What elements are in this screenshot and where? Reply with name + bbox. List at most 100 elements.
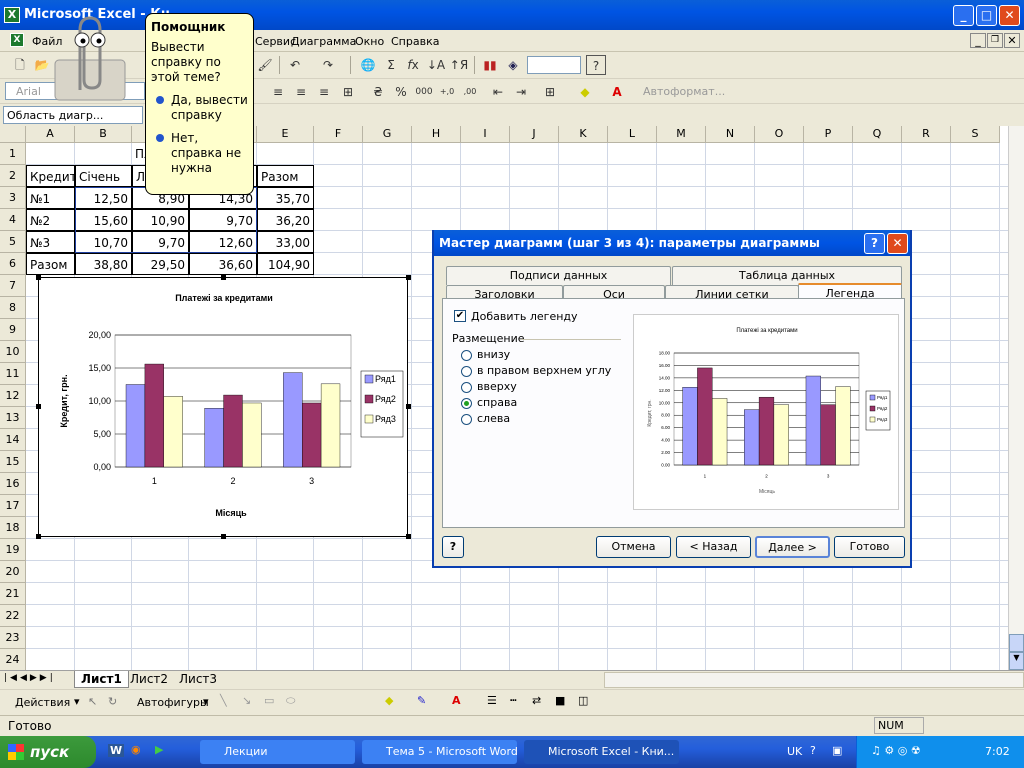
row-header[interactable]: 22 [0, 605, 26, 627]
indent-icon[interactable]: ⇥ [511, 82, 531, 102]
table-cell[interactable]: 36,20 [257, 209, 314, 231]
increase-decimal-icon[interactable]: +,0 [437, 82, 457, 102]
arrow-icon[interactable]: ↘ [242, 694, 251, 707]
column-header[interactable]: O [755, 126, 804, 143]
actions-dropdown-icon[interactable]: ▾ [74, 695, 80, 708]
undo-icon[interactable]: ↶ [285, 55, 305, 75]
row-header[interactable]: 6 [0, 253, 26, 275]
dialog-help-button[interactable]: ? [864, 233, 885, 254]
column-header[interactable]: J [510, 126, 559, 143]
outdent-icon[interactable]: ⇤ [488, 82, 508, 102]
row-header[interactable]: 24 [0, 649, 26, 670]
embedded-chart[interactable]: Платежі за кредитами Місяць Кредит, грн.… [38, 277, 408, 537]
row-header[interactable]: 19 [0, 539, 26, 561]
row-header[interactable]: 20 [0, 561, 26, 583]
radio-bottom[interactable] [461, 350, 472, 361]
table-cell[interactable]: Разом [26, 253, 75, 275]
row-header[interactable]: 13 [0, 407, 26, 429]
column-header[interactable]: A [26, 126, 75, 143]
column-header[interactable]: N [706, 126, 755, 143]
menu-tools[interactable]: Сервис [255, 35, 296, 48]
assistant-option-no[interactable]: Нет, справка не нужна [151, 131, 248, 176]
table-cell[interactable]: 36,60 [189, 253, 257, 275]
help-tray-icon[interactable]: ? [810, 744, 816, 757]
align-left-icon[interactable]: ≡ [268, 82, 288, 102]
menu-window[interactable]: Окно [355, 35, 384, 48]
row-header[interactable]: 18 [0, 517, 26, 539]
table-cell[interactable]: 38,80 [75, 253, 132, 275]
align-center-icon[interactable]: ≡ [291, 82, 311, 102]
3d-icon[interactable]: ◫ [578, 694, 588, 707]
format-painter-icon[interactable]: 🖌 [255, 55, 275, 75]
next-button[interactable]: Далее > [755, 536, 830, 558]
row-header[interactable]: 15 [0, 451, 26, 473]
zoom-select[interactable] [527, 56, 581, 74]
task-excel[interactable]: Microsoft Excel - Кни... [524, 740, 679, 764]
header-cell[interactable]: Січень [75, 165, 132, 187]
redo-icon[interactable]: ↷ [318, 55, 338, 75]
dialog-close-button[interactable]: ✕ [887, 233, 908, 254]
task-lectures[interactable]: Лекции [200, 740, 355, 764]
column-header[interactable]: Q [853, 126, 902, 143]
add-legend-checkbox[interactable]: ✔ [454, 310, 466, 322]
column-header[interactable]: P [804, 126, 853, 143]
row-header[interactable]: 7 [0, 275, 26, 297]
tab-nav-icons[interactable]: |◀◀▶▶| [4, 673, 56, 683]
function-icon[interactable]: fx [403, 55, 423, 75]
autosum-icon[interactable]: Σ [381, 55, 401, 75]
minimize-button[interactable]: _ [953, 5, 974, 26]
table-cell[interactable]: №2 [26, 209, 75, 231]
finish-button[interactable]: Готово [834, 536, 905, 558]
radio-left[interactable] [461, 414, 472, 425]
menu-chart[interactable]: Диаграмма [291, 35, 356, 48]
borders-icon[interactable]: ⊞ [540, 82, 560, 102]
tray-icons[interactable]: ♫ ⚙ ◎ ☢ [871, 744, 921, 757]
row-header[interactable]: 16 [0, 473, 26, 495]
doc-close-button[interactable]: ✕ [1004, 33, 1020, 48]
row-header[interactable]: 23 [0, 627, 26, 649]
media-quick-icon[interactable]: ▶ [155, 743, 163, 756]
column-header[interactable]: M [657, 126, 706, 143]
cancel-button[interactable]: Отмена [596, 536, 671, 558]
table-cell[interactable]: 35,70 [257, 187, 314, 209]
word-quick-icon[interactable]: W [108, 744, 125, 757]
chart-wizard-icon[interactable]: ▮▮ [480, 55, 500, 75]
currency-icon[interactable]: ₴ [368, 82, 388, 102]
back-button[interactable]: < Назад [676, 536, 751, 558]
table-cell[interactable]: 104,90 [257, 253, 314, 275]
wizard-help-icon[interactable]: ? [442, 536, 464, 558]
resize-handle[interactable] [221, 275, 226, 280]
row-header[interactable]: 21 [0, 583, 26, 605]
hyperlink-icon[interactable]: 🌐 [358, 55, 378, 75]
radio-top[interactable] [461, 382, 472, 393]
resize-handle[interactable] [406, 534, 411, 539]
row-header[interactable]: 2 [0, 165, 26, 187]
row-header[interactable]: 12 [0, 385, 26, 407]
autoformat-button[interactable]: Автоформат... [643, 85, 725, 98]
row-header[interactable]: 11 [0, 363, 26, 385]
doc-minimize-button[interactable]: _ [970, 33, 986, 48]
resize-handle[interactable] [36, 404, 41, 409]
rectangle-icon[interactable]: ▭ [264, 694, 274, 707]
language-indicator[interactable]: UK [787, 745, 802, 758]
resize-handle[interactable] [406, 275, 411, 280]
fill-color-icon[interactable]: ◆ [575, 82, 595, 102]
row-header[interactable]: 1 [0, 143, 26, 165]
align-right-icon[interactable]: ≡ [314, 82, 334, 102]
document-icon[interactable]: X [10, 33, 24, 47]
row-header[interactable]: 14 [0, 429, 26, 451]
fill-icon[interactable]: ◆ [385, 694, 393, 707]
scroll-down-icon[interactable]: ▼ [1009, 652, 1024, 670]
column-header[interactable]: I [461, 126, 510, 143]
horizontal-scrollbar[interactable] [604, 672, 1024, 688]
sheet-tab-3[interactable]: Лист3 [173, 671, 223, 688]
autoshapes-menu[interactable]: Автофигуры [137, 696, 209, 709]
decrease-decimal-icon[interactable]: ,00 [460, 82, 480, 102]
oval-icon[interactable]: ⬭ [286, 694, 295, 708]
percent-icon[interactable]: % [391, 82, 411, 102]
column-header[interactable]: R [902, 126, 951, 143]
column-header[interactable]: K [559, 126, 608, 143]
help-icon[interactable]: ? [586, 55, 606, 75]
row-header[interactable]: 9 [0, 319, 26, 341]
sort-desc-icon[interactable]: ↑Я [449, 55, 469, 75]
